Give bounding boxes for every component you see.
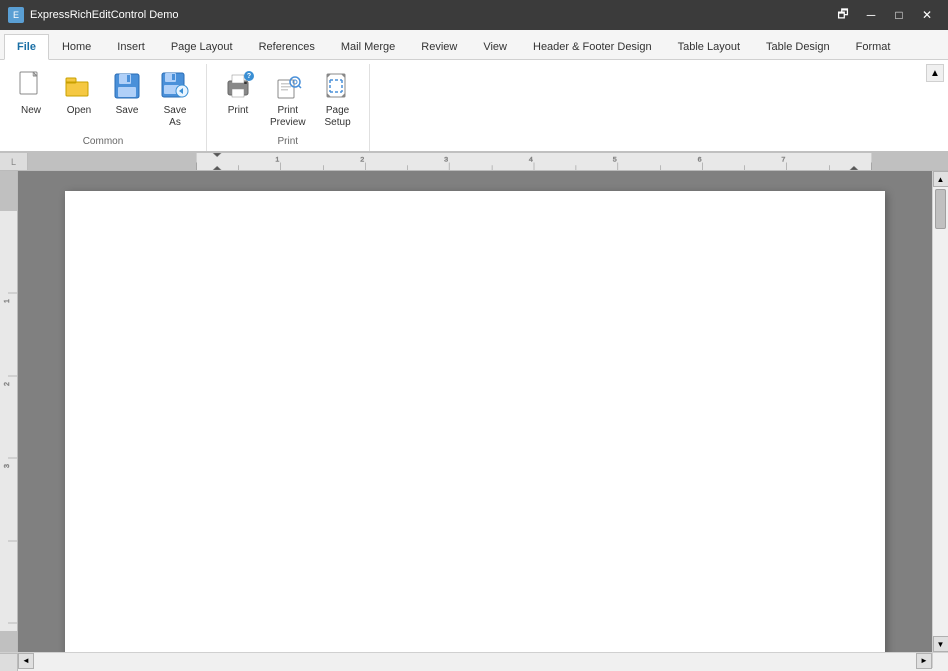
ruler-corner: L <box>0 153 28 171</box>
app-icon: E <box>8 7 24 23</box>
print-label: Print <box>228 105 249 117</box>
restore-button[interactable]: 🗗 <box>830 4 856 26</box>
ruler-container: L 1 2 3 <box>0 153 948 171</box>
scroll-right-button[interactable]: ► <box>916 653 932 669</box>
common-group-label: Common <box>8 136 198 151</box>
scrollbar-corner <box>932 653 948 668</box>
vertical-ruler: 1 2 3 <box>0 171 18 652</box>
new-label: New <box>21 105 41 117</box>
print-badge: ? <box>244 71 254 81</box>
tab-references[interactable]: References <box>246 34 328 59</box>
print-items: ? Print Print Preview <box>215 66 361 134</box>
svg-text:3: 3 <box>444 157 448 164</box>
window-controls: 🗗 ─ □ ✕ <box>830 4 940 26</box>
tab-mail-merge[interactable]: Mail Merge <box>328 34 408 59</box>
scroll-track-vertical[interactable] <box>933 187 948 636</box>
tab-table-layout[interactable]: Table Layout <box>665 34 753 59</box>
ribbon-item-print[interactable]: ? Print <box>215 66 261 122</box>
window-title: ExpressRichEditControl Demo <box>30 9 179 21</box>
horizontal-scrollbar: ◄ ► <box>18 653 932 668</box>
tab-format[interactable]: Format <box>843 34 904 59</box>
ribbon-tabs: File Home Insert Page Layout References … <box>0 30 948 60</box>
save-icon <box>111 71 143 103</box>
vertical-scrollbar: ▲ ▼ <box>932 171 948 652</box>
bottom-corner <box>0 653 18 671</box>
horizontal-ruler: 1 2 3 4 5 6 7 <box>28 153 948 171</box>
open-label: Open <box>67 105 91 117</box>
tab-page-layout[interactable]: Page Layout <box>158 34 246 59</box>
print-icon: ? <box>222 71 254 103</box>
scroll-up-button[interactable]: ▲ <box>933 171 948 187</box>
svg-text:4: 4 <box>529 157 533 164</box>
scroll-track-horizontal[interactable] <box>34 653 916 668</box>
ribbon-item-page-setup[interactable]: Page Setup <box>315 66 361 134</box>
bottom-bar: ◄ ► <box>0 652 948 668</box>
svg-text:3: 3 <box>4 464 11 468</box>
minimize-button[interactable]: ─ <box>858 4 884 26</box>
title-bar-left: E ExpressRichEditControl Demo <box>8 7 179 23</box>
print-group-label: Print <box>215 136 361 151</box>
scroll-down-button[interactable]: ▼ <box>933 636 948 652</box>
open-icon <box>63 71 95 103</box>
ribbon-item-save-as[interactable]: Save As <box>152 66 198 134</box>
scroll-thumb-vertical[interactable] <box>935 189 946 229</box>
title-bar: E ExpressRichEditControl Demo 🗗 ─ □ ✕ <box>0 0 948 30</box>
ribbon-item-print-preview[interactable]: Print Preview <box>263 66 313 134</box>
common-items: New Open <box>8 66 198 134</box>
page-setup-label: Page Setup <box>325 105 351 129</box>
svg-text:5: 5 <box>613 157 617 164</box>
tab-home[interactable]: Home <box>49 34 104 59</box>
tab-file[interactable]: File <box>4 34 49 60</box>
main-area: 1 2 3 ▲ ▼ <box>0 171 948 652</box>
print-preview-label: Print Preview <box>270 105 306 129</box>
new-icon <box>15 71 47 103</box>
scroll-left-button[interactable]: ◄ <box>18 653 34 669</box>
svg-text:6: 6 <box>698 157 702 164</box>
tab-review[interactable]: Review <box>408 34 470 59</box>
ribbon-collapse-button[interactable]: ▲ <box>926 64 944 82</box>
maximize-button[interactable]: □ <box>886 4 912 26</box>
save-as-icon <box>159 71 191 103</box>
svg-text:1: 1 <box>4 299 11 303</box>
tab-table-design[interactable]: Table Design <box>753 34 843 59</box>
ribbon-group-common: New Open <box>8 64 207 151</box>
ribbon-content: New Open <box>0 60 948 153</box>
ribbon-item-open[interactable]: Open <box>56 66 102 122</box>
tab-header-footer[interactable]: Header & Footer Design <box>520 34 665 59</box>
svg-text:1: 1 <box>275 157 279 164</box>
document-area[interactable] <box>18 171 932 652</box>
close-button[interactable]: ✕ <box>914 4 940 26</box>
page-setup-icon <box>322 71 354 103</box>
print-preview-icon <box>272 71 304 103</box>
tab-view[interactable]: View <box>470 34 520 59</box>
svg-text:2: 2 <box>360 157 364 164</box>
save-label: Save <box>116 105 139 117</box>
tab-insert[interactable]: Insert <box>104 34 158 59</box>
svg-text:2: 2 <box>4 382 11 386</box>
ribbon-item-new[interactable]: New <box>8 66 54 122</box>
document-page <box>65 191 885 652</box>
save-as-label: Save As <box>164 105 187 129</box>
ribbon-item-save[interactable]: Save <box>104 66 150 122</box>
svg-text:7: 7 <box>781 157 785 164</box>
ribbon-group-print: ? Print Print Preview <box>207 64 370 151</box>
